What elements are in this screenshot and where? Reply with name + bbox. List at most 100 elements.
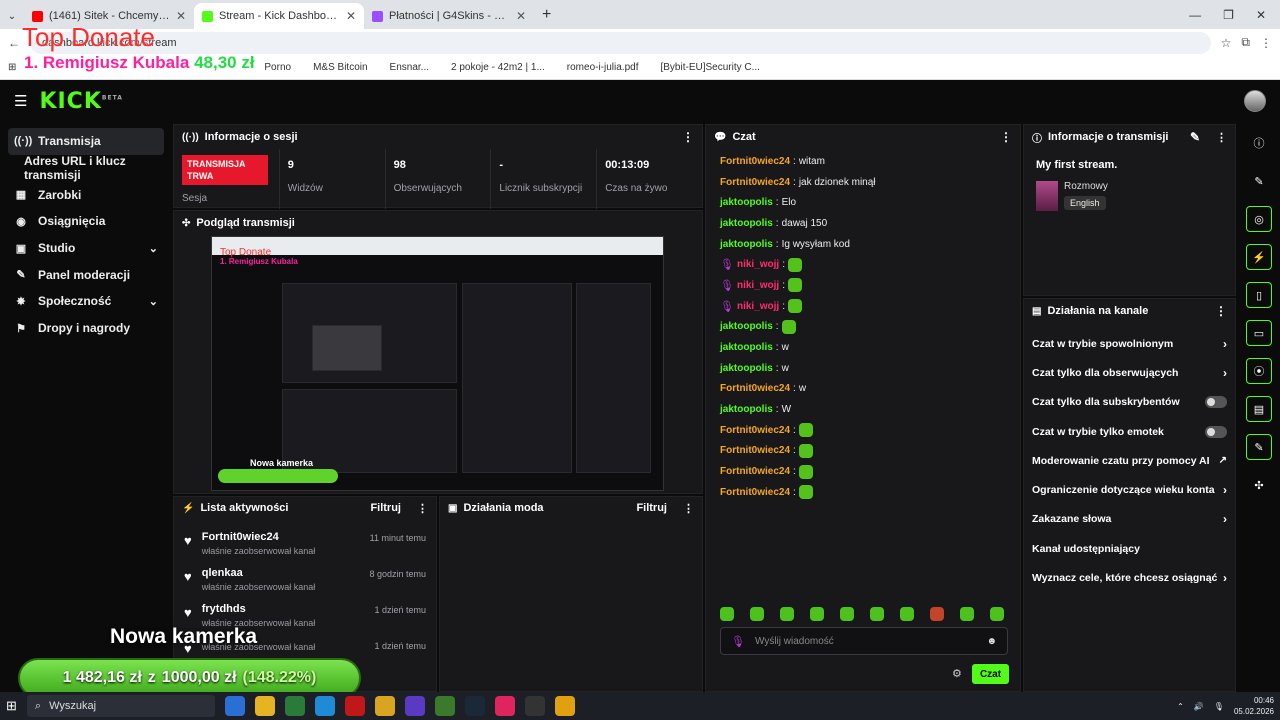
- emote-icon[interactable]: [750, 607, 764, 621]
- chat-username[interactable]: jaktoopolis: [720, 218, 773, 229]
- chat-username[interactable]: jaktoopolis: [720, 239, 773, 250]
- app-icon[interactable]: [284, 696, 305, 716]
- edit-icon[interactable]: ✎: [1246, 168, 1272, 194]
- camera-icon[interactable]: ◎: [1246, 206, 1272, 232]
- emote-icon[interactable]: [870, 607, 884, 621]
- edge-icon[interactable]: [224, 696, 245, 716]
- chrome-icon[interactable]: [434, 696, 455, 716]
- chat-username[interactable]: jaktoopolis: [720, 321, 773, 332]
- panel-menu-icon[interactable]: ⋮: [1215, 304, 1227, 318]
- chat-username[interactable]: Fortnit0wiec24: [720, 156, 790, 167]
- chat-username[interactable]: jaktoopolis: [720, 197, 773, 208]
- emote-icon[interactable]: [780, 607, 794, 621]
- panel-menu-icon[interactable]: ⋮: [1000, 130, 1012, 144]
- maximize-icon[interactable]: ❐: [1223, 8, 1234, 22]
- chat-username[interactable]: Fortnit0wiec24: [720, 487, 790, 498]
- chat-username[interactable]: jaktoopolis: [720, 404, 773, 415]
- lightning-icon[interactable]: ⚡: [1246, 244, 1272, 270]
- emote-icon[interactable]: [990, 607, 1004, 621]
- panel-menu-icon[interactable]: ⋮: [682, 130, 694, 144]
- tiktok-icon[interactable]: [494, 696, 515, 716]
- panel-menu-icon[interactable]: ⋮: [1216, 131, 1227, 144]
- browser-tab[interactable]: Stream - Kick Dashboard ✕: [194, 3, 364, 29]
- browser-tab[interactable]: Płatności | G4Skins - Otwieraj skr... ✕: [364, 3, 534, 29]
- chat-username[interactable]: Fortnit0wiec24: [720, 466, 790, 477]
- emote-icon[interactable]: [900, 607, 914, 621]
- filter-button[interactable]: Filtruj: [636, 502, 667, 514]
- sidebar-item[interactable]: ▦ Zarobki: [8, 181, 164, 208]
- bookmark-star-icon[interactable]: ☆: [1221, 36, 1232, 50]
- activity-user[interactable]: qlenkaa: [202, 567, 316, 579]
- chat-username[interactable]: niki_wojj: [737, 280, 779, 291]
- channel-action-item[interactable]: Czat w trybie tylko emotek: [1024, 417, 1235, 446]
- close-window-icon[interactable]: ✕: [1256, 8, 1266, 22]
- filter-button[interactable]: Filtruj: [370, 502, 401, 514]
- chat-username[interactable]: Fortnit0wiec24: [720, 445, 790, 456]
- tray-arrow-icon[interactable]: ⌃: [1177, 702, 1184, 711]
- toggle-switch[interactable]: [1205, 396, 1227, 409]
- sidebar-item[interactable]: ✸ Społeczność ⌄: [8, 288, 164, 315]
- bookmark-link[interactable]: 2 pokoje - 42m2 | 1...: [451, 62, 545, 73]
- channel-action-item[interactable]: Czat w trybie spowolnionym ›: [1024, 329, 1235, 358]
- channel-action-item[interactable]: Moderowanie czatu przy pomocy AI ↗: [1024, 446, 1235, 475]
- sidebar-item[interactable]: Adres URL i klucz transmisji: [8, 154, 164, 182]
- channel-action-item[interactable]: Zakazane słowa ›: [1024, 505, 1235, 534]
- channel-action-item[interactable]: Ograniczenie dotyczące wieku konta ›: [1024, 475, 1235, 504]
- chat-input[interactable]: 🎙 Wyślij wiadomość ☻: [720, 627, 1008, 655]
- bookmark-link[interactable]: Porno: [264, 62, 291, 73]
- chat-username[interactable]: niki_wojj: [737, 301, 779, 312]
- explorer-icon[interactable]: [254, 696, 275, 716]
- toggle-switch[interactable]: [1205, 425, 1227, 438]
- emote-icon[interactable]: [840, 607, 854, 621]
- channel-action-item[interactable]: Czat tylko dla obserwujących ›: [1024, 358, 1235, 387]
- sidebar-item[interactable]: ✎ Panel moderacji: [8, 261, 164, 288]
- back-icon[interactable]: ←: [8, 36, 20, 50]
- sidebar-item[interactable]: ((·)) Transmisja: [8, 128, 164, 155]
- activity-user[interactable]: Fortnit0wiec24: [202, 531, 316, 543]
- info-icon[interactable]: ⓘ: [1246, 130, 1272, 156]
- category-label[interactable]: Rozmowy: [1064, 181, 1108, 192]
- taskbar-search[interactable]: ⌕ Wyszukaj: [26, 695, 215, 717]
- new-tab-button[interactable]: +: [534, 6, 559, 29]
- clock[interactable]: 00:46 05.02.2026: [1234, 695, 1274, 717]
- emote-icon[interactable]: [960, 607, 974, 621]
- chat-username[interactable]: jaktoopolis: [720, 342, 773, 353]
- emoji-icon[interactable]: ☻: [986, 636, 997, 647]
- chat-username[interactable]: Fortnit0wiec24: [720, 177, 790, 188]
- avatar[interactable]: [1244, 90, 1266, 112]
- channel-action-item[interactable]: Wyznacz cele, które chcesz osiągnąć ›: [1024, 563, 1235, 592]
- chat-icon[interactable]: ▭: [1246, 320, 1272, 346]
- chevron-down-icon[interactable]: ⌄: [149, 242, 158, 255]
- mic-icon[interactable]: 🎙: [1214, 702, 1224, 711]
- edit-icon[interactable]: ✎: [1190, 130, 1200, 144]
- sidebar-item[interactable]: ◉ Osiągnięcia: [8, 208, 164, 235]
- steam-icon[interactable]: [464, 696, 485, 716]
- close-tab-icon[interactable]: ✕: [176, 9, 186, 23]
- kick-logo[interactable]: KICKBETA: [39, 89, 122, 114]
- sidebar-item[interactable]: ⚑ Dropy i nagrody: [8, 315, 164, 342]
- bookmark-link[interactable]: [Bybit-EU]Security C...: [660, 62, 759, 73]
- panel-menu-icon[interactable]: ⋮: [683, 502, 694, 515]
- chat-username[interactable]: jaktoopolis: [720, 363, 773, 374]
- app-icon[interactable]: [554, 696, 575, 716]
- close-tab-icon[interactable]: ✕: [346, 9, 356, 23]
- menu-dots-icon[interactable]: ⋮: [1260, 36, 1272, 50]
- app-icon[interactable]: [404, 696, 425, 716]
- opera-icon[interactable]: [344, 696, 365, 716]
- app-icon[interactable]: [314, 696, 335, 716]
- layout-icon[interactable]: ▤: [1246, 396, 1272, 422]
- chevron-down-icon[interactable]: ⌄: [149, 295, 158, 308]
- community-icon[interactable]: ✣: [1246, 472, 1272, 498]
- close-tab-icon[interactable]: ✕: [516, 9, 526, 23]
- url-field[interactable]: dashboard.kick.com/stream: [30, 31, 1211, 54]
- activity-user[interactable]: frytdhds: [202, 603, 316, 615]
- tab-search-icon[interactable]: ⌄: [0, 3, 24, 29]
- chat-username[interactable]: niki_wojj: [737, 259, 779, 270]
- document-icon[interactable]: ▯: [1246, 282, 1272, 308]
- obs-icon[interactable]: [524, 696, 545, 716]
- extensions-icon[interactable]: ⧉: [1241, 35, 1250, 50]
- wrench-icon[interactable]: ✎: [1246, 434, 1272, 460]
- channel-action-item[interactable]: Kanał udostępniający: [1024, 534, 1235, 563]
- apps-icon[interactable]: ⊞: [8, 62, 16, 73]
- bookmark-link[interactable]: M&S Bitcoin: [313, 62, 367, 73]
